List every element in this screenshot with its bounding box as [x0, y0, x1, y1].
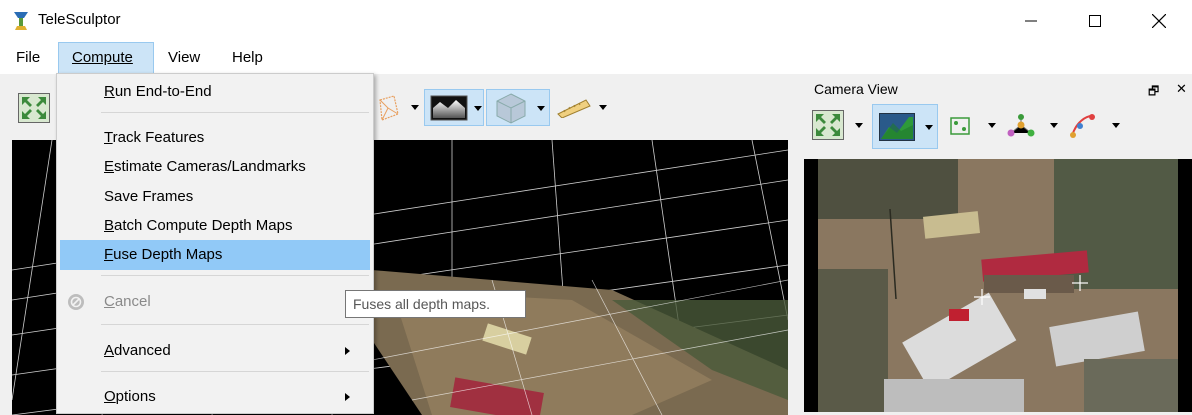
landmarks-icon: [1007, 114, 1035, 137]
camera-frame-image: [818, 159, 1178, 412]
compute-menu: Run End-to-End Track Features Estimate C…: [56, 73, 374, 414]
camera-reset-dropdown-arrow[interactable]: [855, 123, 863, 128]
menu-separator: [101, 112, 369, 113]
menu-item-run-end-to-end[interactable]: Run End-to-End: [60, 77, 370, 107]
mnemonic: R: [104, 83, 115, 100]
mnemonic: C: [104, 293, 115, 310]
submenu-arrow-icon: [345, 393, 350, 401]
menu-compute-label: Compute: [72, 49, 133, 66]
menu-item-cancel[interactable]: Cancel: [60, 287, 370, 317]
dock-close-button[interactable]: ✕: [1176, 81, 1187, 97]
depth-map-button[interactable]: [424, 89, 484, 126]
menu-item-batch-compute-depth-maps[interactable]: Batch Compute Depth Maps: [60, 211, 370, 241]
camera-frustum-button[interactable]: [374, 94, 400, 126]
measure-dropdown-arrow[interactable]: [599, 105, 607, 110]
camera-landmarks-button[interactable]: [1006, 113, 1036, 143]
maximize-icon: [1089, 15, 1101, 27]
menu-item-label: ancel: [114, 293, 151, 310]
menu-compute[interactable]: Compute: [58, 42, 154, 74]
menu-separator: [101, 275, 369, 276]
volume-dropdown-arrow[interactable]: [537, 106, 545, 111]
camera-image-button[interactable]: [872, 104, 938, 149]
menu-item-label: atch Compute Depth Maps: [114, 217, 293, 234]
camera-image-dropdown-arrow[interactable]: [925, 125, 933, 130]
measure-button[interactable]: [556, 98, 592, 122]
mnemonic: E: [104, 158, 115, 175]
menu-item-label: ptions: [115, 388, 156, 405]
camera-reset-view-button[interactable]: [812, 110, 844, 144]
menu-item-label: un End-to-End: [114, 83, 212, 100]
camera-frustum-dropdown-arrow[interactable]: [411, 105, 419, 110]
menu-separator: [101, 324, 369, 325]
telesculptor-logo-icon: [14, 12, 28, 30]
volume-cube-icon: [496, 93, 526, 124]
mnemonic: O: [104, 388, 116, 405]
camera-residuals-dropdown-arrow[interactable]: [1112, 123, 1120, 128]
tooltip: Fuses all depth maps.: [345, 290, 526, 318]
camera-view-toolbar: [806, 102, 1192, 152]
menu-item-estimate-cameras-landmarks[interactable]: Estimate Cameras/Landmarks: [60, 152, 370, 182]
menu-item-track-features[interactable]: Track Features: [60, 123, 370, 153]
menu-item-label: use Depth Maps: [113, 246, 223, 263]
volume-button[interactable]: [486, 89, 550, 126]
cancel-icon: [68, 294, 84, 310]
residuals-icon: [1070, 114, 1095, 138]
menu-separator: [101, 371, 369, 372]
maximize-button[interactable]: [1072, 0, 1118, 42]
title-bar: TeleSculptor: [0, 0, 1192, 42]
mnemonic: A: [104, 342, 115, 359]
mnemonic: F: [104, 246, 114, 263]
mnemonic: T: [104, 129, 113, 146]
menu-bar: File Compute View Help: [0, 42, 1192, 74]
camera-residuals-button[interactable]: [1068, 112, 1096, 144]
close-button[interactable]: [1136, 0, 1182, 42]
image-icon: [879, 113, 915, 141]
feature-points-icon: [950, 117, 970, 135]
reset-view-icon: [812, 110, 844, 140]
menu-item-label: Save Frames: [104, 188, 194, 205]
depth-map-dropdown-arrow[interactable]: [474, 106, 482, 111]
minimize-icon: [1025, 20, 1037, 22]
camera-frustum-icon: [379, 95, 399, 121]
close-icon: [1152, 14, 1166, 28]
submenu-arrow-icon: [345, 347, 350, 355]
menu-item-save-frames[interactable]: Save Frames: [60, 182, 370, 212]
menu-item-label: rack Features: [112, 129, 205, 146]
reset-view-button[interactable]: [18, 93, 50, 127]
camera-view[interactable]: [804, 159, 1192, 412]
window-title: TeleSculptor: [38, 11, 121, 28]
camera-view-dock-titlebar: Camera View 🗗 ✕: [806, 80, 1192, 100]
menu-item-fuse-depth-maps[interactable]: Fuse Depth Maps: [60, 240, 370, 270]
measure-ruler-icon: [557, 99, 591, 119]
menu-item-label: stimate Cameras/Landmarks: [114, 158, 306, 175]
camera-features-button[interactable]: [948, 115, 972, 141]
mnemonic: B: [104, 217, 115, 234]
camera-landmarks-dropdown-arrow[interactable]: [1050, 123, 1058, 128]
dock-float-button[interactable]: 🗗: [1148, 82, 1159, 103]
menu-item-label: dvanced: [114, 342, 171, 359]
camera-view-title: Camera View: [814, 81, 898, 97]
menu-item-options[interactable]: Options: [60, 382, 370, 412]
minimize-button[interactable]: [1008, 0, 1054, 42]
camera-features-dropdown-arrow[interactable]: [988, 123, 996, 128]
depth-map-icon: [430, 95, 468, 121]
menu-item-advanced[interactable]: Advanced: [60, 336, 370, 366]
menu-file[interactable]: File: [7, 42, 49, 74]
menu-view[interactable]: View: [159, 42, 209, 74]
reset-view-icon: [18, 93, 50, 123]
menu-help[interactable]: Help: [223, 42, 272, 74]
